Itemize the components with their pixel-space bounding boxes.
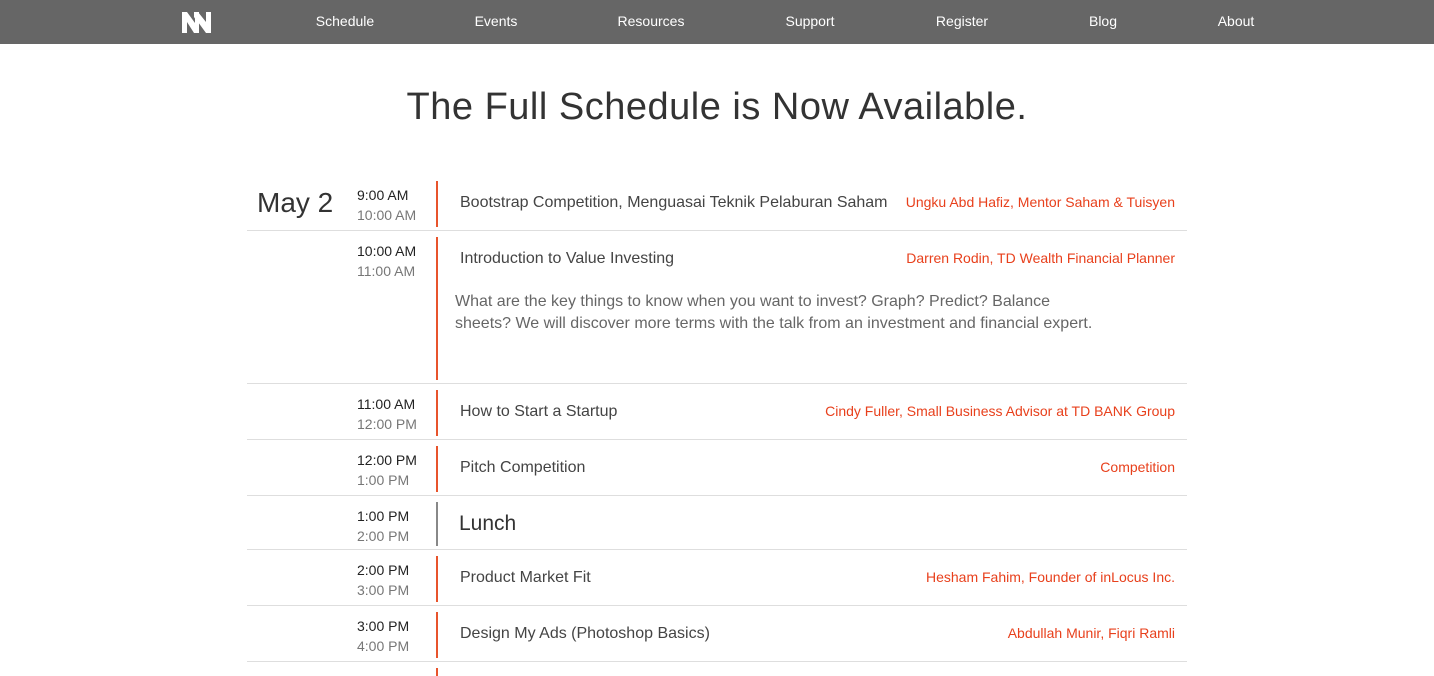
start-time: 10:00 AM (357, 243, 417, 259)
end-time: 11:00 AM (357, 263, 416, 279)
session-title: Lunch (459, 512, 517, 535)
day-label: May 2 (257, 187, 334, 218)
page-title: The Full Schedule is Now Available. (406, 86, 1028, 128)
timeline-bar (436, 237, 438, 380)
session-title[interactable]: How to Start a Startup (460, 403, 617, 421)
session-description: What are the key things to know when you… (455, 293, 1093, 332)
session-speaker[interactable]: Darren Rodin, TD Wealth Financial Planne… (906, 250, 1175, 266)
nav-link-about[interactable]: About (1218, 13, 1255, 29)
session-title[interactable]: Design My Ads (Photoshop Basics) (460, 625, 710, 643)
nn-logo-icon[interactable] (181, 9, 212, 34)
start-time: 1:00 PM (357, 508, 410, 524)
nav-link-blog[interactable]: Blog (1089, 13, 1117, 29)
start-time: 11:00 AM (357, 396, 416, 412)
nav-link-register[interactable]: Register (936, 13, 988, 29)
nav-link-events[interactable]: Events (475, 13, 518, 29)
timeline-bar (436, 446, 438, 492)
timeline-bar (436, 556, 438, 602)
nav-link-support[interactable]: Support (785, 13, 834, 29)
schedule-row: 2:00 PM 3:00 PM Product Market Fit Hesha… (247, 556, 1187, 606)
end-time: 4:00 PM (357, 638, 410, 654)
end-time: 2:00 PM (357, 528, 410, 544)
session-speaker[interactable]: Ungku Abd Hafiz, Mentor Saham & Tuisyen (906, 194, 1175, 210)
nav-link-schedule[interactable]: Schedule (316, 13, 374, 29)
timeline-bar (436, 181, 438, 227)
timeline-bar (436, 390, 438, 436)
session-speaker[interactable]: Cindy Fuller, Small Business Advisor at … (825, 403, 1175, 419)
session-speaker[interactable]: Competition (1100, 459, 1175, 475)
timeline-bar (436, 612, 438, 658)
end-time: 10:00 AM (357, 207, 417, 223)
schedule-row: 12:00 PM 1:00 PM Pitch Competition Compe… (247, 446, 1187, 496)
start-time: 9:00 AM (357, 187, 409, 203)
timeline-bar (436, 668, 438, 676)
top-navigation-bar: Schedule Events Resources Support Regist… (0, 0, 1434, 44)
schedule-row: May 2 9:00 AM 10:00 AM Bootstrap Competi… (247, 181, 1187, 231)
end-time: 1:00 PM (357, 472, 410, 488)
start-time: 2:00 PM (357, 562, 410, 578)
session-title[interactable]: Bootstrap Competition, Menguasai Teknik … (460, 194, 888, 212)
start-time: 12:00 PM (357, 452, 417, 468)
nav-link-resources[interactable]: Resources (618, 13, 685, 29)
end-time: 3:00 PM (357, 582, 410, 598)
start-time: 3:00 PM (357, 618, 410, 634)
timeline-bar (436, 502, 438, 546)
schedule-row: 3:00 PM 4:00 PM Design My Ads (Photoshop… (247, 612, 1187, 662)
session-speaker[interactable]: Abdullah Munir, Fiqri Ramli (1008, 625, 1175, 641)
schedule-row: 10:00 AM 11:00 AM Introduction to Value … (247, 237, 1187, 384)
session-speaker[interactable]: Hesham Fahim, Founder of inLocus Inc. (926, 569, 1175, 585)
end-time: 12:00 PM (357, 416, 417, 432)
schedule-row: 1:00 PM 2:00 PM Lunch (247, 502, 1187, 550)
session-title[interactable]: Product Market Fit (460, 569, 591, 587)
session-title[interactable]: Introduction to Value Investing (460, 250, 674, 268)
schedule-row: 11:00 AM 12:00 PM How to Start a Startup… (247, 390, 1187, 440)
session-title[interactable]: Pitch Competition (460, 459, 585, 477)
